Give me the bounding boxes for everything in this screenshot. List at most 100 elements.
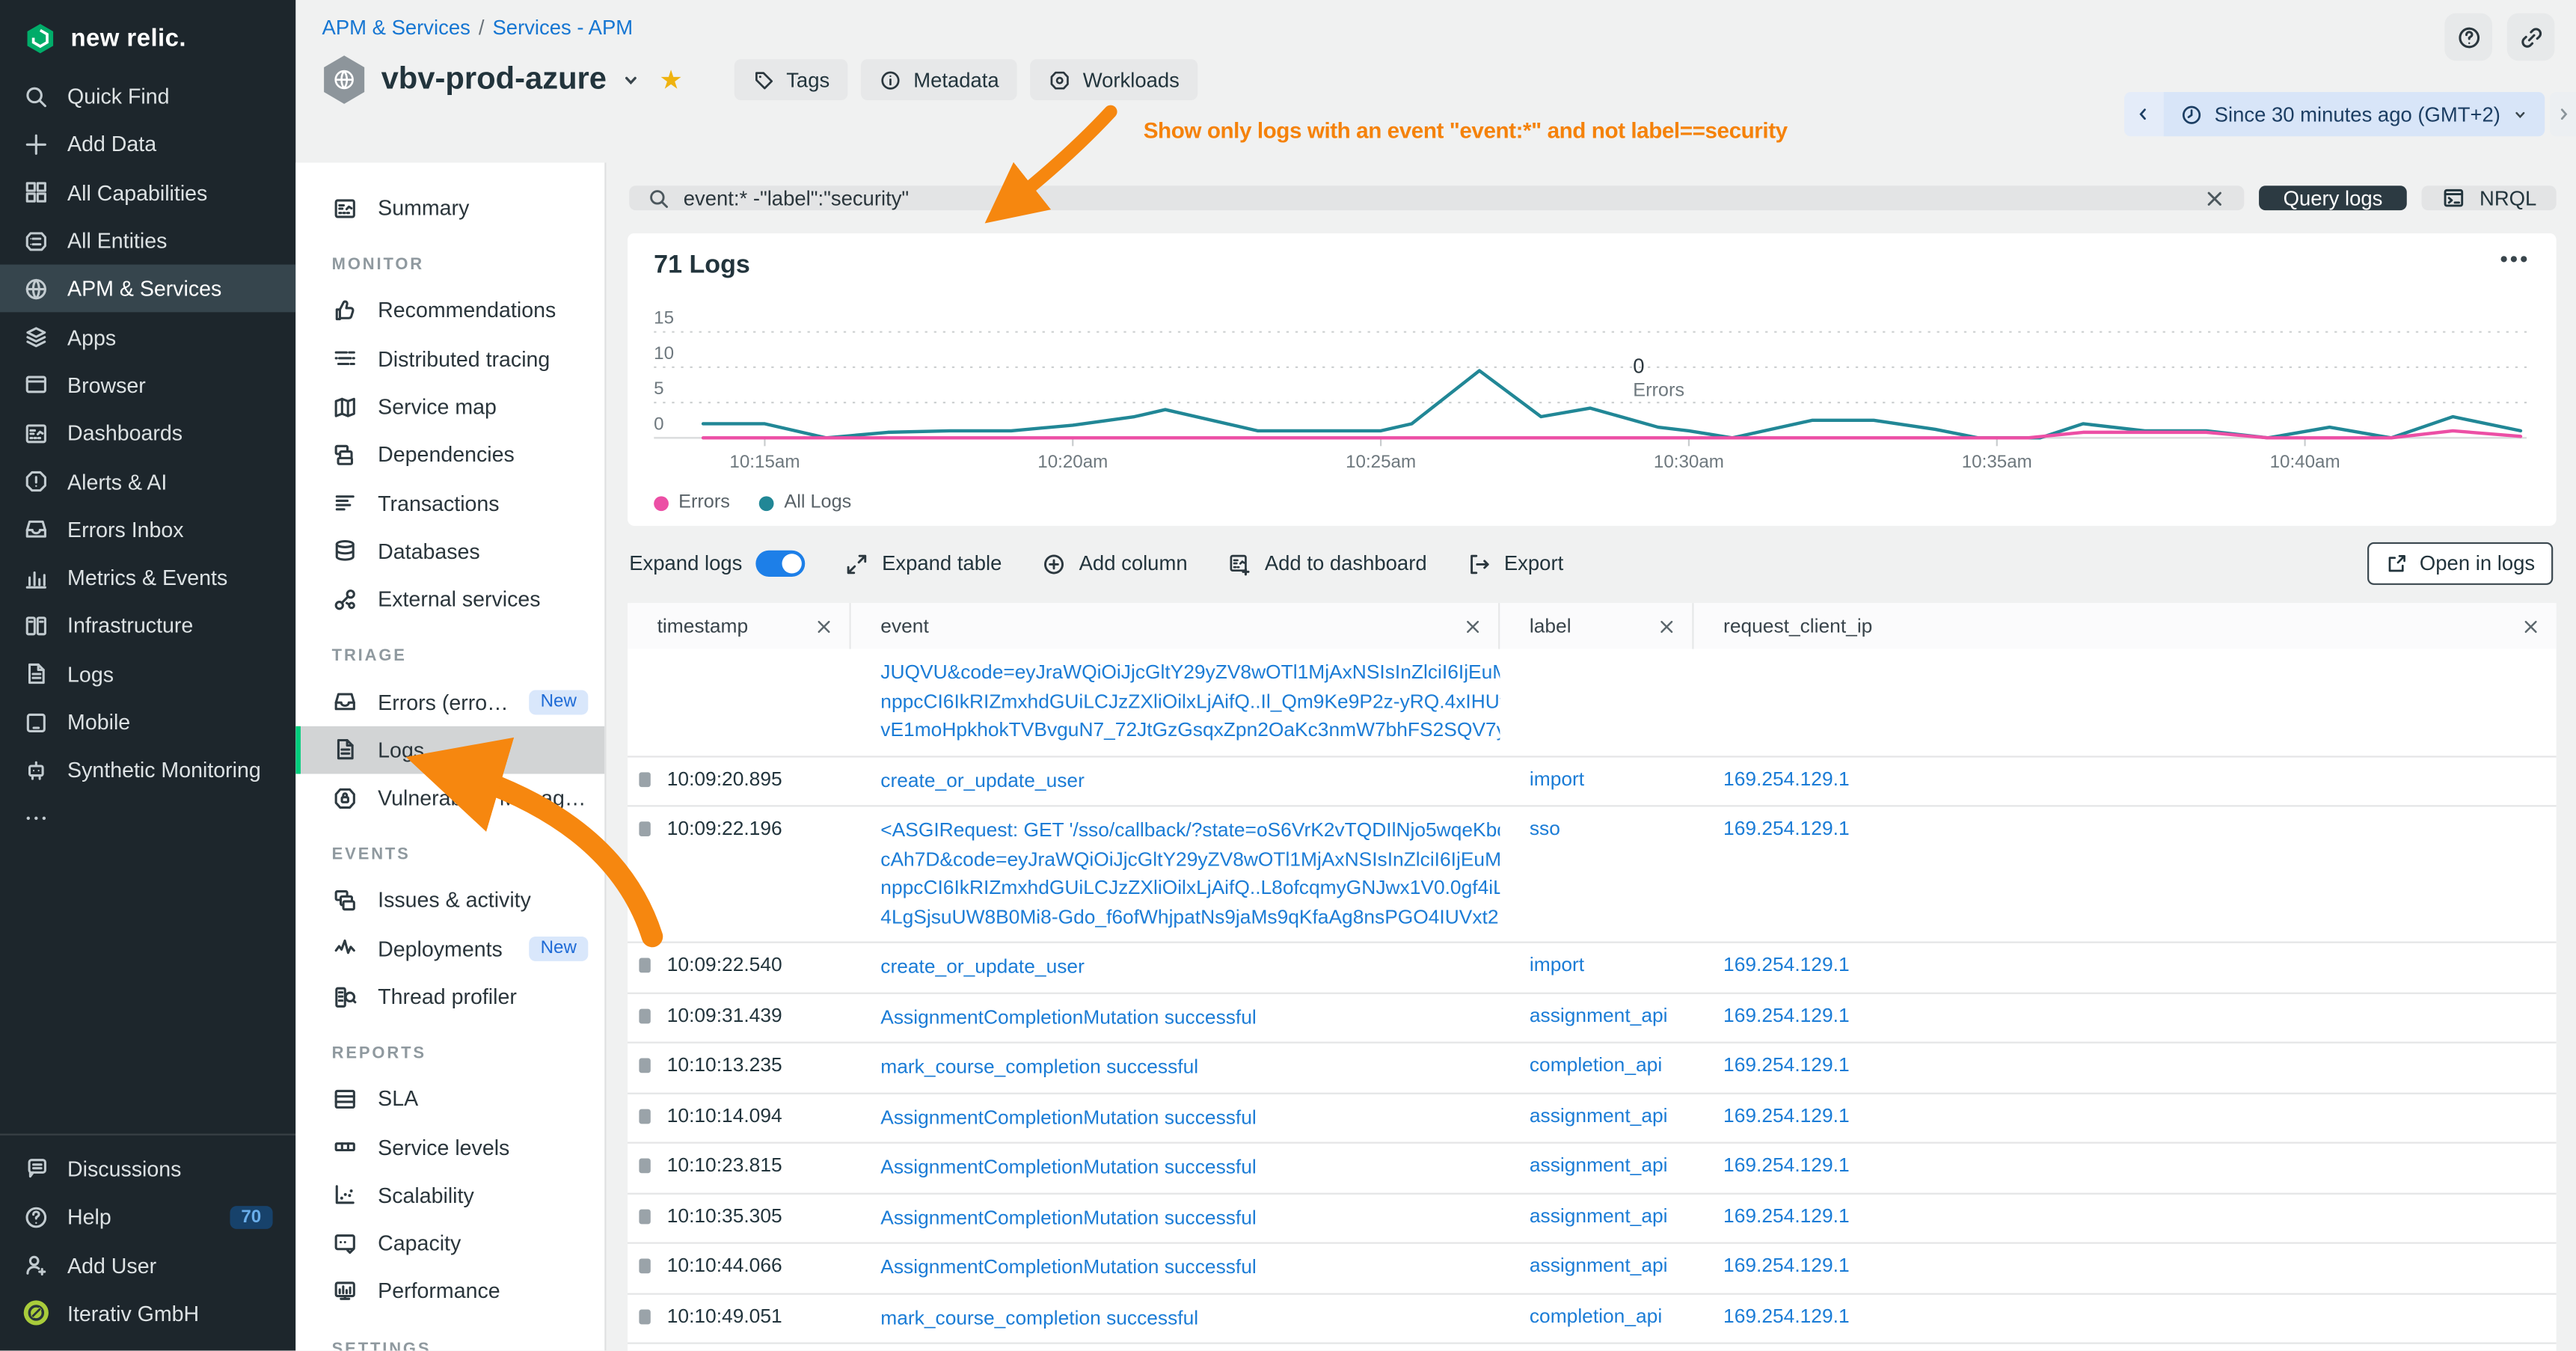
add-column-button[interactable]: Add column — [1041, 551, 1188, 576]
ip-link[interactable]: 169.254.129.1 — [1723, 1304, 1850, 1327]
sidebar-item-all-capabilities[interactable]: All Capabilities — [0, 168, 295, 216]
expand-table-button[interactable]: Expand table — [844, 551, 1002, 576]
sidebar-item-add-data[interactable]: Add Data — [0, 120, 295, 168]
nrql-button[interactable]: NRQL — [2422, 186, 2557, 210]
table-row[interactable]: 10:09:22.196<ASGIRequest: GET '/sso/call… — [628, 805, 2557, 941]
column-header-label[interactable]: label — [1500, 603, 1693, 649]
sidebar-item-metrics-events[interactable]: Metrics & Events — [0, 554, 295, 601]
subnav-item-distributed-tracing[interactable]: Distributed tracing — [295, 334, 604, 382]
table-row[interactable]: 10:10:44.066AssignmentCompletionMutation… — [628, 1243, 2557, 1293]
export-button[interactable]: Export — [1466, 551, 1563, 576]
remove-column-icon[interactable] — [815, 617, 832, 635]
label-link[interactable]: sso — [1530, 817, 1560, 840]
event-link[interactable]: mark_course_completion successful — [880, 1304, 1483, 1332]
subnav-item-recommendations[interactable]: Recommendations — [295, 287, 604, 334]
panel-menu-button[interactable]: ••• — [2500, 251, 2530, 268]
sidebar-item-iterativ-gmbh[interactable]: Iterativ GmbH — [0, 1290, 295, 1338]
event-link[interactable]: <ASGIRequest: GET '/sso/callback/?state=… — [880, 817, 1483, 845]
copy-permalink-button[interactable] — [2507, 13, 2555, 61]
table-row[interactable]: 10:10:13.235mark_course_completion succe… — [628, 1042, 2557, 1092]
subnav-item-databases[interactable]: Databases — [295, 527, 604, 575]
label-link[interactable]: assignment_api — [1530, 1003, 1668, 1026]
event-link[interactable]: AssignmentCompletionMutation successful — [880, 1154, 1483, 1182]
metadata-button[interactable]: Metadata — [861, 59, 1017, 100]
ip-link[interactable]: 169.254.129.1 — [1723, 1003, 1850, 1026]
subnav-item-service-levels[interactable]: Service levels — [295, 1123, 604, 1171]
sidebar-item-all-entities[interactable]: All Entities — [0, 217, 295, 265]
event-link[interactable]: AssignmentCompletionMutation successful — [880, 1103, 1483, 1132]
event-link[interactable]: JUQVU&code=eyJraWQiOiJjcGltY29yZV8wOTl1M… — [880, 659, 1483, 687]
ip-link[interactable]: 169.254.129.1 — [1723, 953, 1850, 976]
sidebar-item-help[interactable]: Help70 — [0, 1193, 295, 1241]
subnav-item-thread-profiler[interactable]: Thread profiler — [295, 972, 604, 1020]
query-logs-button[interactable]: Query logs — [2259, 186, 2408, 210]
help-button[interactable] — [2444, 13, 2492, 61]
legend-item-all-logs[interactable]: All Logs — [759, 493, 851, 512]
event-link[interactable]: nppcCI6IkRIZmxhdGUiLCJzZXliOilxLjAifQ..I… — [880, 687, 1483, 716]
favorite-star-icon[interactable]: ★ — [659, 64, 683, 96]
sidebar-item-dashboards[interactable]: Dashboards — [0, 409, 295, 457]
subnav-item-errors-errors-inb[interactable]: Errors (errors inb...New — [295, 678, 604, 726]
table-row[interactable]: 10:10:49.051mark_course_completion succe… — [628, 1292, 2557, 1342]
event-link[interactable]: 4LgSjsuUW8B0Mi8-Gdo_f6ofWhjpatNs9jaMs9qK… — [880, 903, 1483, 931]
sidebar-item-logs[interactable]: Logs — [0, 650, 295, 698]
subnav-item-sla[interactable]: SLA — [295, 1075, 604, 1123]
sidebar-item-errors-inbox[interactable]: Errors Inbox — [0, 506, 295, 554]
subnav-item-dependencies[interactable]: Dependencies — [295, 431, 604, 479]
clear-query-icon[interactable] — [2203, 186, 2226, 209]
subnav-item-scalability[interactable]: Scalability — [295, 1171, 604, 1219]
event-link[interactable]: nppcCI6IkRIZmxhdGUiLCJzZXliOilxLjAifQ..L… — [880, 874, 1483, 903]
subnav-item-summary[interactable]: Summary — [295, 184, 604, 232]
ip-link[interactable]: 169.254.129.1 — [1723, 1154, 1850, 1177]
expand-logs-toggle-item[interactable]: Expand logs — [629, 551, 805, 577]
column-header-event[interactable]: event — [851, 603, 1500, 649]
time-back-button[interactable] — [2124, 92, 2164, 136]
event-link[interactable]: create_or_update_user — [880, 767, 1483, 795]
table-row[interactable]: 10:11:00.311AssignmentCompletionMutation… — [628, 1342, 2557, 1350]
sidebar-item-apm-services[interactable]: APM & Services — [0, 265, 295, 313]
label-link[interactable]: import — [1530, 953, 1584, 976]
open-in-logs-button[interactable]: Open in logs — [2367, 542, 2554, 585]
sidebar-item-infrastructure[interactable]: Infrastructure — [0, 601, 295, 649]
label-link[interactable]: assignment_api — [1530, 1254, 1668, 1277]
remove-column-icon[interactable] — [2522, 617, 2540, 635]
table-row[interactable]: 10:09:31.439AssignmentCompletionMutation… — [628, 992, 2557, 1042]
ip-link[interactable]: 169.254.129.1 — [1723, 1204, 1850, 1227]
title-chevron-down-icon[interactable] — [622, 70, 641, 89]
ip-link[interactable]: 169.254.129.1 — [1723, 1103, 1850, 1127]
log-search-input[interactable]: event:* -"label":"security" — [629, 186, 2244, 210]
event-link[interactable]: cAh7D&code=eyJraWQiOiJjcGltY29yZV8wOTl1M… — [880, 845, 1483, 874]
sidebar-item-quick-find[interactable]: Quick Find — [0, 73, 295, 120]
tags-button[interactable]: Tags — [734, 59, 847, 100]
subnav-item-deployments[interactable]: DeploymentsNew — [295, 925, 604, 972]
sidebar-item-mobile[interactable]: Mobile — [0, 698, 295, 746]
sidebar-item-discussions[interactable]: Discussions — [0, 1145, 295, 1192]
ip-link[interactable]: 169.254.129.1 — [1723, 817, 1850, 840]
time-forward-button[interactable] — [2550, 92, 2576, 136]
ip-link[interactable]: 169.254.129.1 — [1723, 1254, 1850, 1277]
add-to-dashboard-button[interactable]: Add to dashboard — [1227, 551, 1426, 576]
legend-item-errors[interactable]: Errors — [654, 493, 730, 512]
subnav-item-service-map[interactable]: Service map — [295, 383, 604, 431]
event-link[interactable]: create_or_update_user — [880, 953, 1483, 981]
label-link[interactable]: assignment_api — [1530, 1204, 1668, 1227]
label-link[interactable]: import — [1530, 767, 1584, 790]
table-row[interactable]: 10:09:22.540create_or_update_userimport1… — [628, 942, 2557, 992]
subnav-item-vulnerability-management[interactable]: Vulnerability Management — [295, 773, 604, 821]
remove-column-icon[interactable] — [1657, 617, 1675, 635]
event-link[interactable]: vE1moHpkhokTVBvguN7_72JtGzGsqxZpn2OaKc3n… — [880, 717, 1483, 745]
ip-link[interactable]: 169.254.129.1 — [1723, 767, 1850, 790]
table-row[interactable]: 10:10:35.305AssignmentCompletionMutation… — [628, 1192, 2557, 1243]
table-row[interactable]: JUQVU&code=eyJraWQiOiJjcGltY29yZV8wOTl1M… — [628, 649, 2557, 756]
label-link[interactable]: assignment_api — [1530, 1154, 1668, 1177]
breadcrumb-apm-services[interactable]: APM & Services — [322, 16, 470, 40]
subnav-item-issues-activity[interactable]: Issues & activity — [295, 876, 604, 924]
label-link[interactable]: completion_api — [1530, 1053, 1662, 1076]
sidebar-item-item[interactable] — [0, 794, 295, 842]
subnav-item-external-services[interactable]: External services — [295, 575, 604, 623]
remove-column-icon[interactable] — [1464, 617, 1482, 635]
time-range-dropdown[interactable]: Since 30 minutes ago (GMT+2) — [2164, 92, 2545, 136]
event-link[interactable]: AssignmentCompletionMutation successful — [880, 1254, 1483, 1282]
subnav-item-performance[interactable]: Performance — [295, 1267, 604, 1315]
ip-link[interactable]: 169.254.129.1 — [1723, 1053, 1850, 1076]
